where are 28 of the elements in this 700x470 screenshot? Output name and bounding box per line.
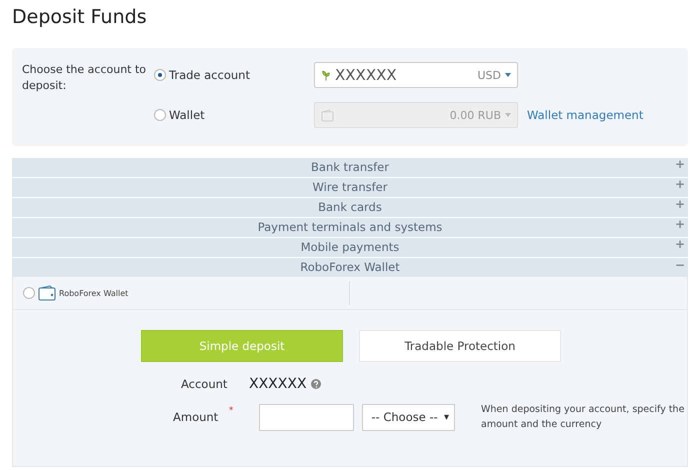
account-number: XXXXXX <box>249 376 307 392</box>
option-label: Trade account <box>169 68 250 82</box>
accordion-header[interactable]: Bank cards + <box>12 198 688 217</box>
wallet-icon <box>321 108 334 122</box>
accordion-header[interactable]: Wire transfer + <box>12 178 688 197</box>
account-select[interactable]: XXXXXX USD <box>314 62 518 88</box>
wallet-management-link[interactable]: Wallet management <box>527 108 644 122</box>
required-mark: * <box>228 406 234 416</box>
amount-label: Amount <box>173 410 220 424</box>
amount-field[interactable] <box>259 404 354 430</box>
page-title: Deposit Funds <box>11 5 148 30</box>
currency-select[interactable]: -- Choose -- ▾ <box>362 404 456 430</box>
deposit-tab[interactable]: Tradable Protection <box>359 330 561 362</box>
choose-label: Choose the account to deposit: <box>22 62 148 94</box>
method-label: RoboForex Wallet <box>59 288 128 298</box>
radio-button[interactable] <box>154 69 166 81</box>
plant-icon <box>321 68 331 82</box>
wallet-icon <box>38 285 56 301</box>
accordion-header[interactable]: Bank transfer + <box>12 158 688 177</box>
accordion-header[interactable]: Payment terminals and systems + <box>12 218 688 237</box>
radio-button[interactable] <box>154 109 166 121</box>
option-label: Wallet <box>169 108 205 122</box>
accordion-header[interactable]: Mobile payments + <box>12 238 688 257</box>
hint-text: When depositing your account, specify the amount and the currency <box>481 403 686 432</box>
accordion-header[interactable]: RoboForex Wallet − <box>12 258 688 277</box>
help-icon <box>310 379 321 389</box>
account-label: Account <box>181 377 228 391</box>
radio-button[interactable] <box>23 287 35 299</box>
